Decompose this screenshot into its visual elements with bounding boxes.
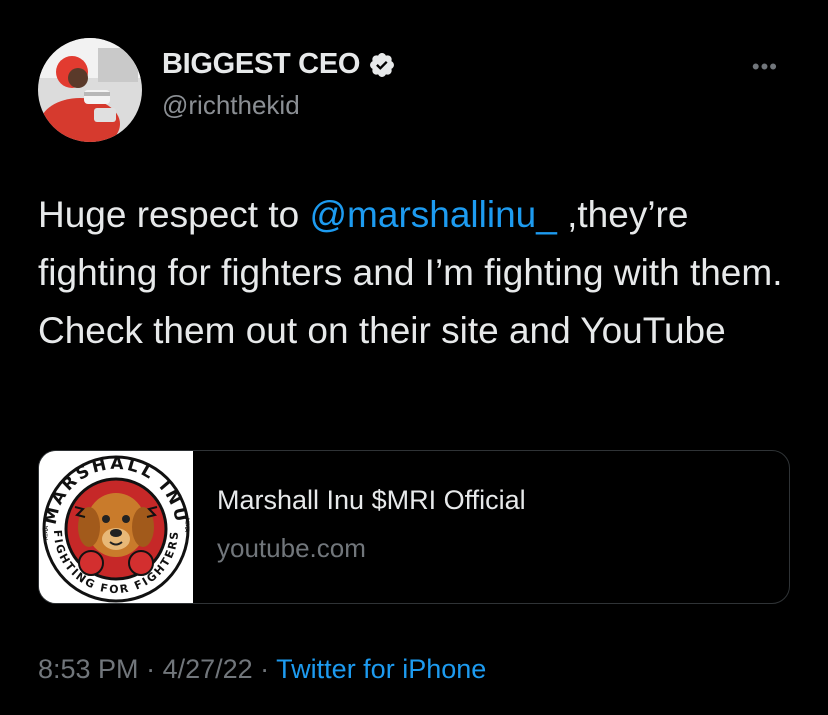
tweet-time[interactable]: 8:53 PM	[38, 654, 139, 684]
avatar[interactable]	[38, 38, 142, 142]
link-card-domain: youtube.com	[217, 533, 366, 563]
display-name-text: BIGGEST CEO	[162, 48, 361, 80]
meta-separator: ·	[138, 654, 163, 684]
link-card-title: Marshall Inu $MRI Official	[217, 485, 526, 515]
meta-separator: ·	[252, 654, 277, 684]
mention-link[interactable]: @marshallinu_	[309, 194, 556, 235]
more-options-icon[interactable]: •••	[752, 56, 778, 78]
tweet-source-link[interactable]: Twitter for iPhone	[276, 654, 486, 684]
tweet-text: Huge respect to @marshallinu_ ,they’re f…	[38, 186, 798, 360]
link-card[interactable]: MARSHALL INU FIGHTING FOR FIGHTERS MMA M…	[38, 450, 790, 604]
tweet-text-before: Huge respect to	[38, 194, 310, 235]
verified-badge-icon	[370, 52, 395, 77]
logo-side-text-left: MMA	[43, 525, 50, 540]
user-handle[interactable]: @richthekid	[162, 90, 300, 121]
avatar-image	[38, 38, 142, 142]
tweet-meta: 8:53 PM · 4/27/22 · Twitter for iPhone	[38, 654, 486, 685]
display-name[interactable]: BIGGEST CEO	[162, 48, 396, 81]
link-card-thumbnail: MARSHALL INU FIGHTING FOR FIGHTERS MMA M…	[39, 451, 193, 603]
marshall-inu-logo: MARSHALL INU FIGHTING FOR FIGHTERS MMA M…	[39, 451, 193, 603]
logo-side-text-right: MMA	[183, 518, 190, 533]
tweet-date[interactable]: 4/27/22	[163, 654, 253, 684]
